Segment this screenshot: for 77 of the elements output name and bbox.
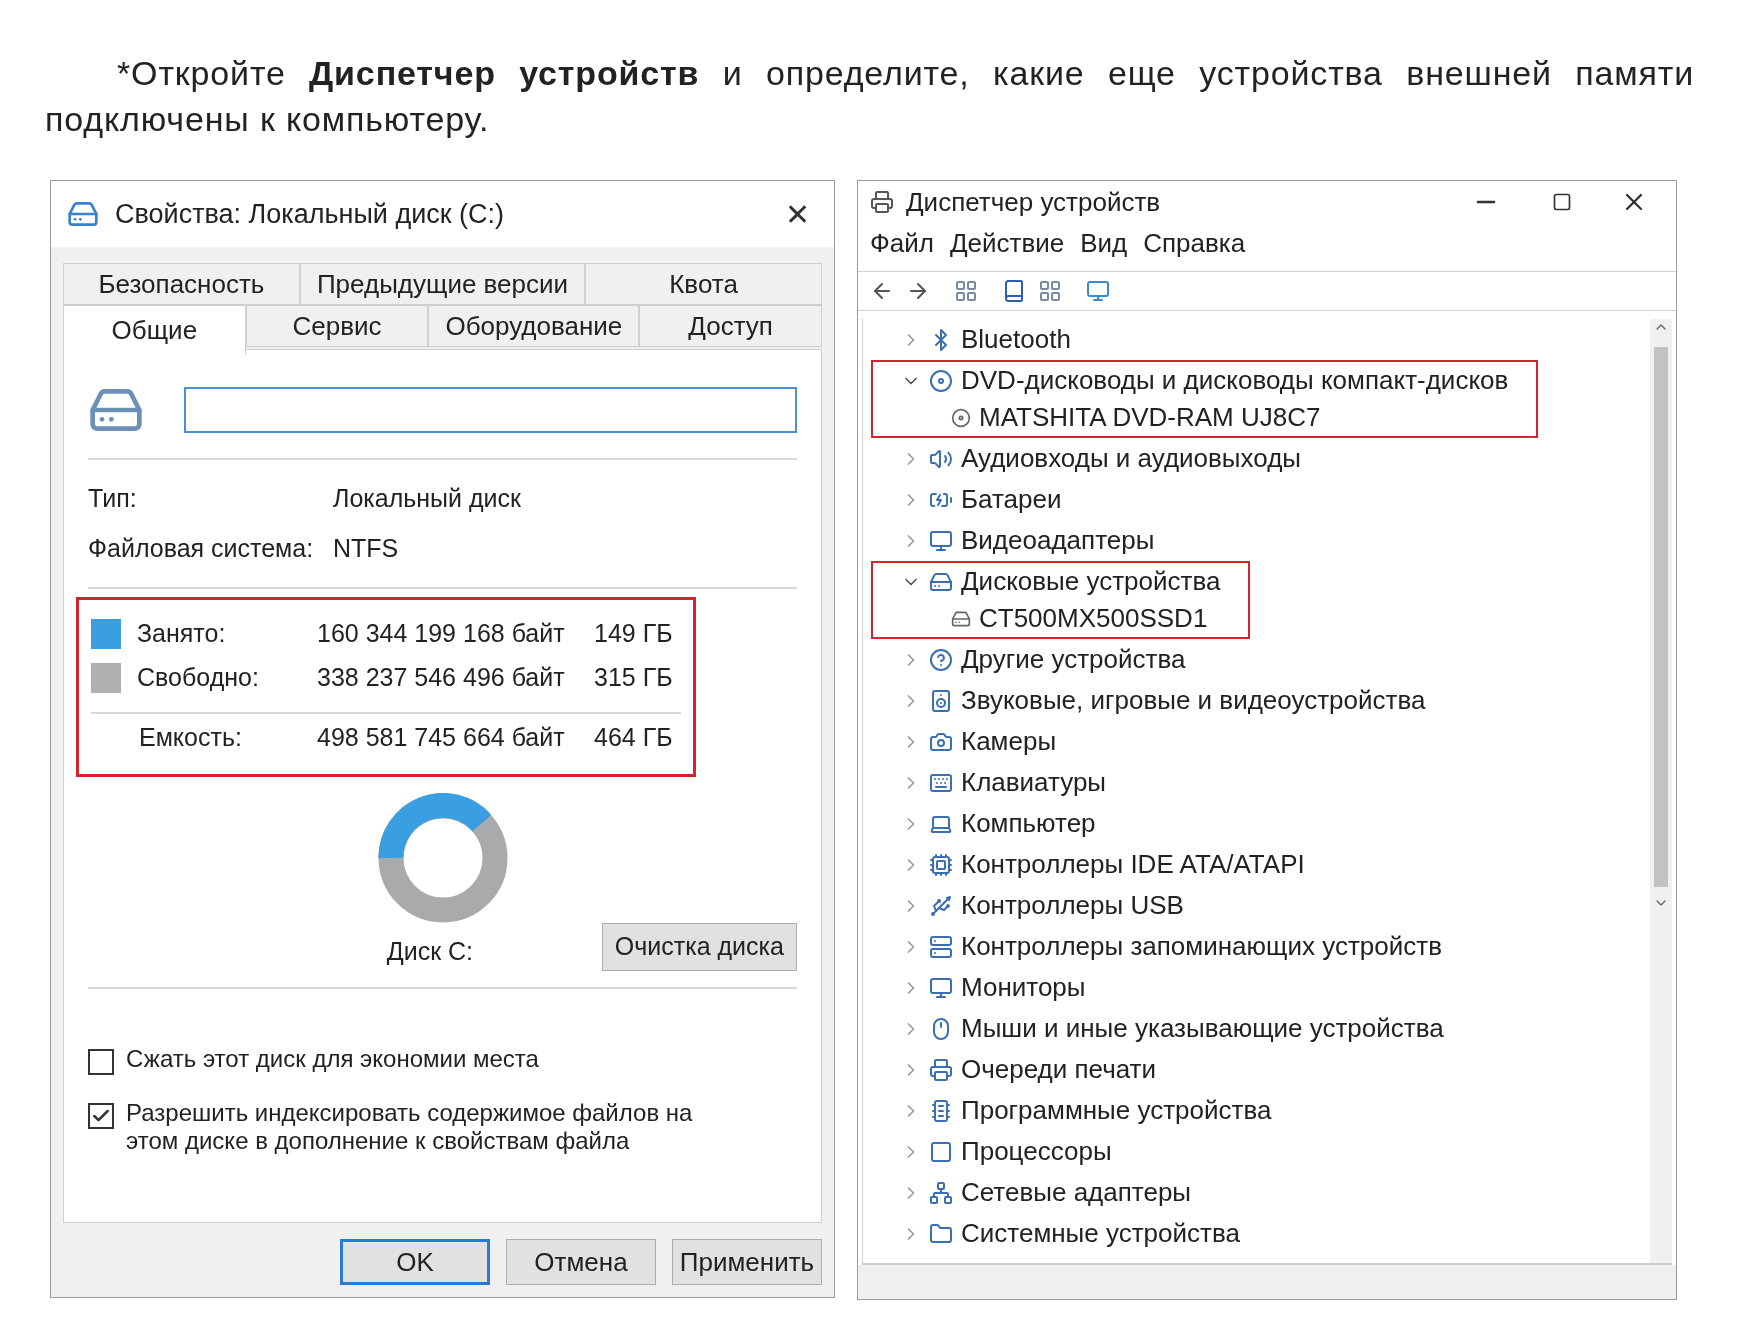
usage-size: 149 ГБ [594, 618, 673, 650]
tree-item[interactable]: Процессоры [961, 1132, 1112, 1171]
tree-item[interactable]: Системные устройства [961, 1214, 1240, 1253]
menu-item[interactable]: Вид [1080, 223, 1128, 263]
tree-item[interactable]: MATSHITA DVD-RAM UJ8C7 [979, 398, 1321, 437]
tree-item[interactable]: Контроллеры IDE ATA/ATAPI [961, 845, 1305, 884]
chip-icon [929, 1098, 953, 1123]
tab[interactable]: Безопасность [63, 263, 300, 305]
tab[interactable]: Квота [585, 263, 822, 305]
usage-size: 315 ГБ [594, 662, 673, 694]
usage-label: Емкость: [138, 722, 243, 754]
task-text: *Откройте Диспетчер устройств и определите, какие еще устройства внешней памяти подключены к компьютеру. [44, 53, 1695, 140]
monitor-icon [929, 528, 953, 553]
tree-item[interactable]: Камеры [961, 722, 1057, 761]
info-label: Файловая система: [88, 532, 315, 564]
dialog-button[interactable]: OK [340, 1239, 490, 1285]
usb-icon [929, 893, 953, 918]
tab[interactable]: Доступ [639, 305, 822, 347]
tree-item[interactable]: Мониторы [961, 968, 1086, 1007]
checkbox[interactable] [88, 1048, 114, 1075]
usage-label: Свободно: [137, 662, 260, 694]
scrollbar[interactable] [1650, 319, 1672, 1263]
network-icon [929, 1180, 953, 1205]
folder-icon [929, 1221, 953, 1246]
disc-drive-icon [929, 368, 953, 393]
tree-item[interactable]: Очереди печати [961, 1050, 1157, 1089]
close-button[interactable]: ✕ [777, 191, 818, 237]
tree-item[interactable]: Компьютер [961, 804, 1096, 843]
tree-item[interactable]: Клавиатуры [961, 763, 1107, 802]
monitor-icon [929, 975, 953, 1000]
window-title: Свойства: Локальный диск (C:) [115, 197, 506, 231]
tree-item[interactable]: Программные устройства [961, 1091, 1272, 1130]
usage-bytes: 498 581 745 664 байт [317, 722, 566, 754]
info-value: Локальный диск [333, 483, 522, 514]
tree-item[interactable]: Bluetooth [961, 320, 1071, 359]
tree-item[interactable]: Контроллеры USB [961, 886, 1184, 925]
tree-item[interactable]: Сетевые адаптеры [961, 1173, 1192, 1212]
tab[interactable]: Сервис [245, 305, 429, 347]
tree-item[interactable]: Контроллеры запоминающих устройств [961, 927, 1442, 966]
usage-bytes: 338 237 546 496 байт [317, 662, 566, 694]
disc-drive-icon [951, 407, 971, 428]
tab[interactable]: Предыдущие версии [299, 263, 586, 305]
tab[interactable]: Оборудование [428, 305, 640, 347]
option-label: Сжать этот диск для экономии места [126, 1044, 540, 1073]
checkbox[interactable] [88, 1102, 114, 1129]
dialog-button[interactable]: Отмена [506, 1239, 656, 1285]
tree-item[interactable]: Дисковые устройства [961, 562, 1221, 601]
option-label: Разрешить индексировать содержимое файлов на этом диске в дополнение к свойствам файла [126, 1098, 694, 1155]
tree-item[interactable]: Видеоадаптеры [961, 521, 1155, 560]
drive-name-field[interactable] [184, 387, 797, 433]
tree-item[interactable]: Аудиовходы и аудиовыходы [961, 439, 1301, 478]
tree-item[interactable]: Мыши и иные указывающие устройства [961, 1009, 1444, 1048]
usage-bytes: 160 344 199 168 байт [317, 618, 566, 650]
menu-item[interactable]: Файл [870, 223, 934, 263]
menu-item[interactable]: Действие [949, 223, 1065, 263]
dialog-button[interactable]: Применить [672, 1239, 822, 1285]
scan-monitor-icon[interactable] [1086, 279, 1110, 303]
maximize-icon[interactable] [1552, 192, 1572, 212]
usage-size: 464 ГБ [594, 722, 673, 754]
storage-icon [929, 934, 953, 959]
tree-item[interactable]: Другие устройства [961, 640, 1186, 679]
tree-item[interactable]: Звуковые, игровые и видеоустройства [961, 681, 1426, 720]
tree-item[interactable]: Батареи [961, 480, 1062, 519]
question-icon [929, 647, 953, 672]
tree-item[interactable]: DVD-дисководы и дисководы компакт-дисков [961, 361, 1509, 400]
tree-item[interactable]: CT500MX500SSD1 [979, 599, 1208, 638]
disk-label: Диск C: [386, 936, 474, 967]
info-label: Тип: [88, 483, 138, 514]
printer-icon [929, 1057, 953, 1082]
usage-label: Занято: [137, 618, 227, 650]
menu-item[interactable]: Справка [1143, 223, 1246, 263]
info-value: NTFS [333, 532, 400, 564]
tab[interactable]: Общие [63, 305, 246, 355]
speaker-icon [929, 688, 953, 713]
window-title: Диспетчер устройств [906, 185, 1162, 219]
chip-icon [929, 852, 953, 877]
disk-cleanup-button[interactable]: Очистка диска [601, 923, 797, 971]
